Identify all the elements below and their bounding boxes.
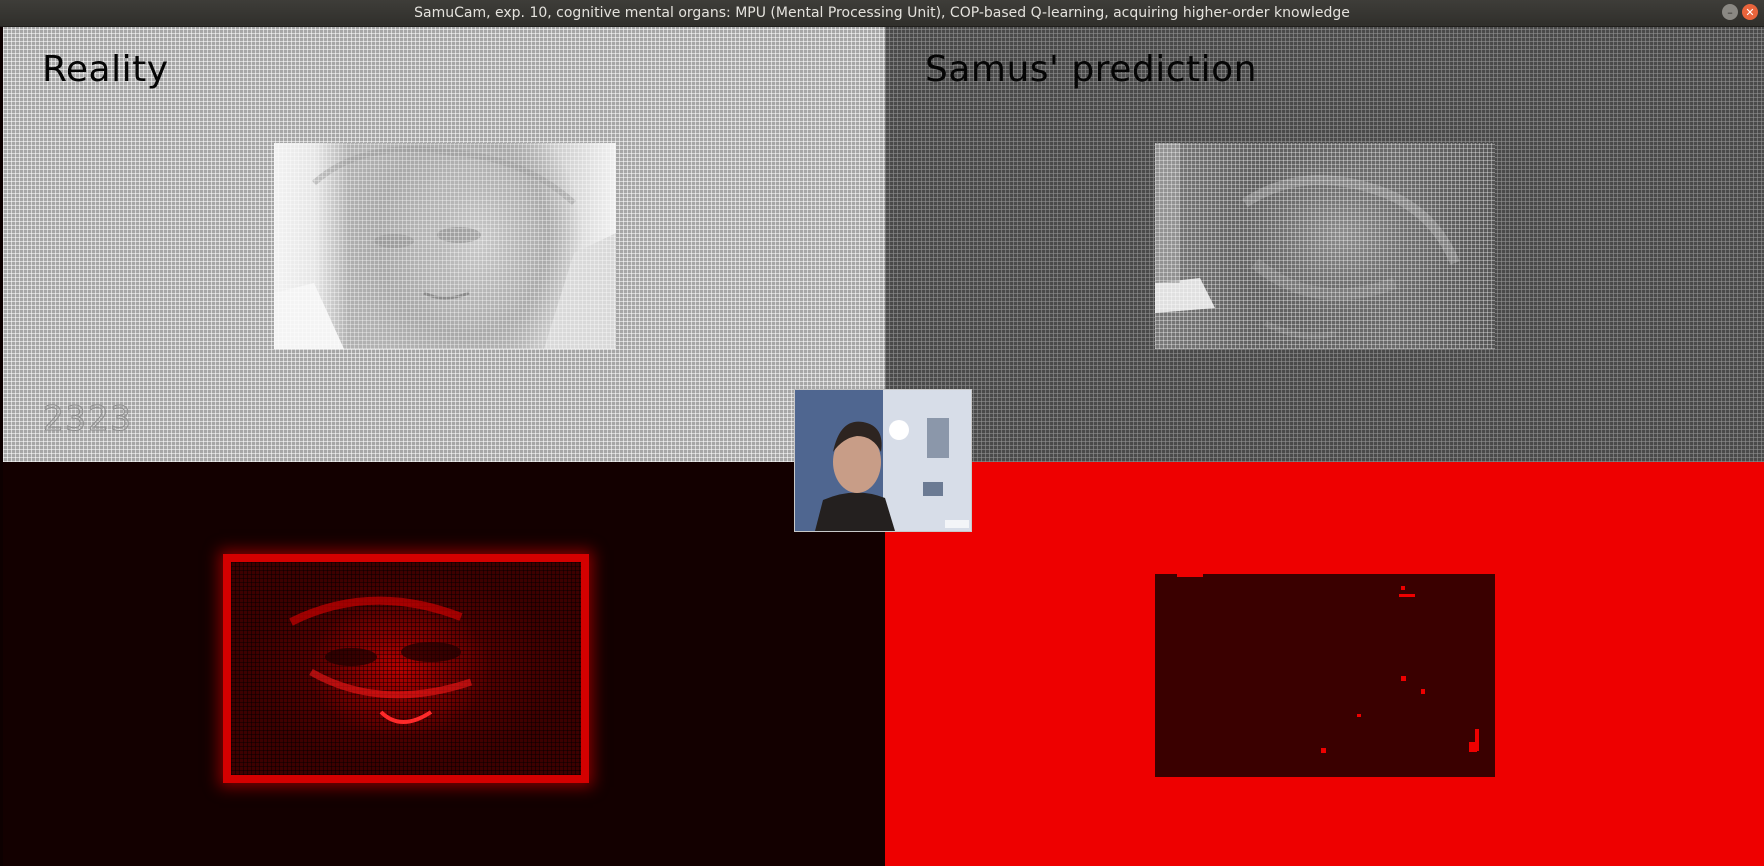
- reality-panel: Reality 2323: [3, 27, 885, 462]
- minimize-icon[interactable]: –: [1722, 4, 1738, 20]
- prediction-panel: Samus' prediction: [885, 27, 1764, 462]
- error-threshold-spots: [1177, 574, 1479, 753]
- error-map-panel: [3, 462, 885, 866]
- webcam-preview: [794, 389, 972, 532]
- error-threshold-image: [1155, 574, 1495, 777]
- close-icon[interactable]: ✕: [1742, 4, 1758, 20]
- error-threshold-panel: [885, 462, 1764, 866]
- error-map-texture: [289, 596, 473, 724]
- reality-face-shading: [274, 146, 616, 349]
- reality-label: Reality: [42, 49, 169, 90]
- prediction-label: Samus' prediction: [925, 49, 1258, 90]
- frame-counter: 2323: [43, 399, 133, 440]
- window-titlebar[interactable]: SamuCam, exp. 10, cognitive mental organ…: [0, 0, 1764, 27]
- reality-face-image: [274, 143, 616, 349]
- window-controls: – ✕: [1722, 4, 1758, 20]
- window-title: SamuCam, exp. 10, cognitive mental organ…: [414, 5, 1350, 21]
- prediction-face-image: [1155, 143, 1495, 349]
- prediction-face-shading: [1155, 143, 1460, 340]
- webcam-person-image: [795, 390, 971, 531]
- error-map-image: [223, 554, 589, 783]
